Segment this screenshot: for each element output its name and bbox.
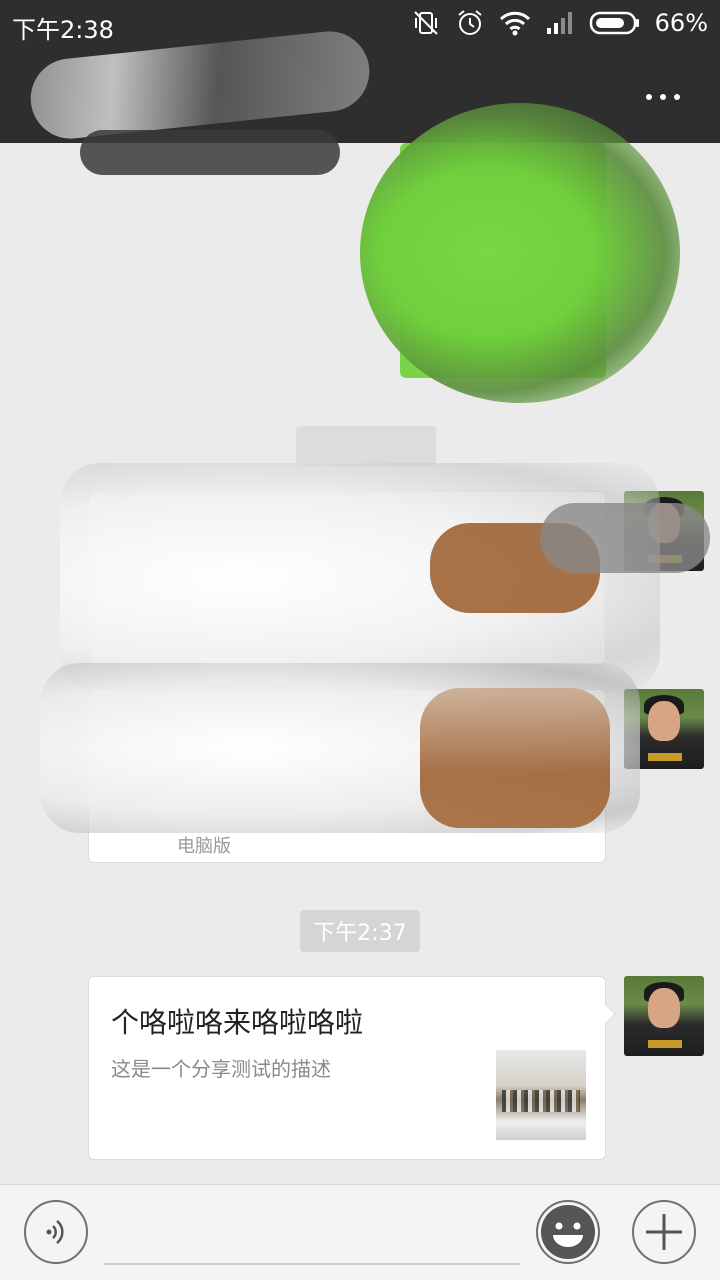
bubble-tail <box>596 1004 616 1024</box>
more-functions-button[interactable] <box>632 1200 696 1264</box>
battery-percent: 66% <box>654 9 708 37</box>
chat-input-bar <box>0 1184 720 1280</box>
status-icons: 66% <box>411 8 708 38</box>
redacted-card-2-brown <box>420 688 610 828</box>
battery-icon <box>589 10 641 36</box>
wifi-icon <box>499 9 531 37</box>
status-time: 下午2:38 <box>12 16 114 44</box>
share-card-description: 这是一个分享测试的描述 <box>111 1057 331 1081</box>
card-footer-label: 电脑版 <box>177 836 231 857</box>
redacted-avatar-1 <box>540 503 710 573</box>
avatar-shirt <box>648 753 682 761</box>
status-bar: 下午2:38 66% <box>0 0 720 50</box>
received-share-card[interactable]: 个咯啦咯来咯啦咯啦 这是一个分享测试的描述 <box>88 976 616 1160</box>
contact-avatar[interactable] <box>624 976 704 1056</box>
signal-icon <box>545 10 575 36</box>
avatar-face <box>648 988 680 1028</box>
share-card-title: 个咯啦咯来咯啦咯啦 <box>111 1006 364 1039</box>
plus-icon <box>646 1214 682 1250</box>
voice-input-button[interactable] <box>24 1200 88 1264</box>
more-options-button[interactable] <box>638 80 688 114</box>
more-dot <box>660 94 666 100</box>
mute-vibrate-icon <box>411 8 441 38</box>
avatar-shirt <box>648 1040 682 1048</box>
redacted-sent-message <box>360 103 680 403</box>
emoji-icon <box>541 1205 595 1259</box>
avatar-face <box>648 701 680 741</box>
alarm-icon <box>455 8 485 38</box>
message-input[interactable] <box>104 1203 520 1265</box>
more-dot <box>674 94 680 100</box>
emoji-button[interactable] <box>536 1200 600 1264</box>
chat-message-list[interactable]: 电脑版 下午2:37 个咯啦咯来咯啦咯啦 这是一个分享测试的描述 <box>0 103 720 1183</box>
redacted-timestamp <box>296 426 436 466</box>
message-timestamp: 下午2:37 <box>300 910 420 952</box>
more-dots-icon <box>646 94 652 100</box>
share-card-thumbnail <box>496 1050 586 1140</box>
voice-icon <box>46 1220 64 1244</box>
